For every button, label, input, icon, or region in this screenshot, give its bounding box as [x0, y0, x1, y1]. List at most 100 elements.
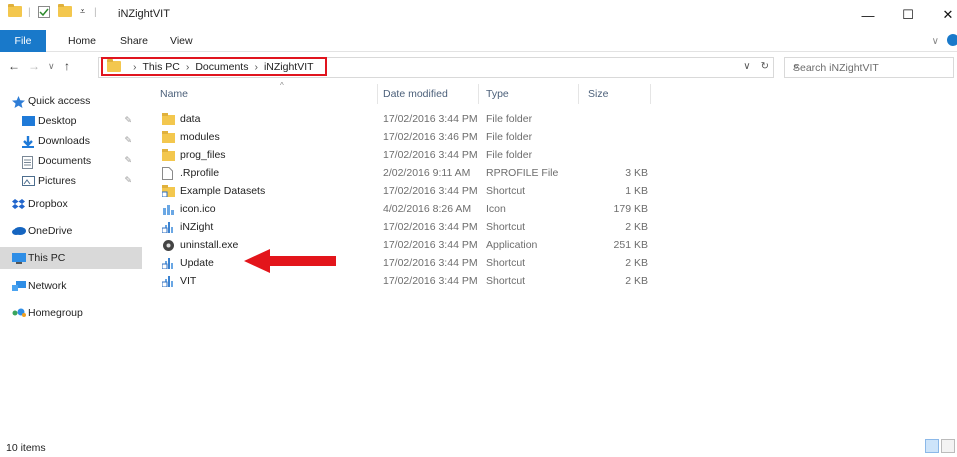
forward-arrow-icon[interactable]: → — [28, 59, 40, 73]
column-header-type[interactable]: Type — [486, 82, 576, 106]
app-shortcut-icon — [161, 221, 175, 234]
breadcrumb-this-pc[interactable]: This PC — [143, 61, 180, 73]
documents-icon — [22, 156, 34, 169]
file-type: Shortcut — [486, 257, 526, 269]
file-size: 1 KB — [625, 185, 648, 197]
network-icon — [12, 281, 26, 291]
sidebar-item-quick-access[interactable]: Quick access — [0, 90, 142, 112]
file-type: File folder — [486, 149, 533, 161]
sidebar-item-label: OneDrive — [28, 225, 73, 237]
file-name: VIT — [180, 275, 197, 287]
table-row[interactable]: icon.ico 4/02/2016 8:26 AM Icon 179 KB — [150, 201, 660, 219]
pin-icon[interactable]: ✎ — [124, 155, 132, 166]
desktop-icon — [22, 116, 35, 126]
file-date: 17/02/2016 3:44 PM — [383, 275, 478, 287]
file-name: Example Datasets — [180, 185, 266, 197]
recent-locations-icon[interactable]: ∨ — [48, 61, 55, 72]
file-type: Application — [486, 239, 538, 251]
folder-icon — [8, 4, 22, 17]
table-row[interactable]: prog_files 17/02/2016 3:44 PM File folder — [150, 147, 660, 165]
file-name: Update — [180, 257, 214, 269]
folder-icon — [162, 149, 175, 162]
sidebar-item-label: Homegroup — [28, 307, 83, 319]
table-row[interactable]: iNZight 17/02/2016 3:44 PM Shortcut 2 KB — [150, 219, 660, 237]
sidebar-item-dropbox[interactable]: Dropbox — [0, 193, 142, 215]
sidebar-item-network[interactable]: Network — [0, 275, 142, 297]
details-view-icon[interactable] — [925, 439, 939, 453]
file-type: File folder — [486, 113, 533, 125]
help-icon[interactable] — [945, 33, 957, 50]
file-size: 2 KB — [625, 275, 648, 287]
table-row[interactable]: uninstall.exe 17/02/2016 3:44 PM Applicati… — [150, 237, 660, 255]
address-bar[interactable]: › This PC › Documents › iNZightVIT ∨ ↻ — [98, 57, 774, 78]
address-row: ← → ∨ ↑ › This PC › Documents › iNZightV… — [0, 52, 957, 82]
column-header-size[interactable]: Size — [588, 82, 648, 106]
sidebar-item-label: Desktop — [38, 115, 77, 127]
refresh-icon[interactable]: ↻ — [761, 61, 769, 72]
table-row[interactable]: data 17/02/2016 3:44 PM File folder — [150, 111, 660, 129]
close-button[interactable]: ✕ — [925, 0, 957, 30]
file-date: 4/02/2016 8:26 AM — [383, 203, 472, 215]
sidebar-item-onedrive[interactable]: OneDrive — [0, 220, 142, 242]
sidebar-item-desktop[interactable]: Desktop ✎ — [0, 110, 142, 132]
sidebar-item-downloads[interactable]: Downloads ✎ — [0, 130, 142, 152]
sidebar-item-this-pc[interactable]: This PC — [0, 247, 142, 269]
sidebar-item-documents[interactable]: Documents ✎ — [0, 150, 142, 172]
table-row[interactable]: Example Datasets 17/02/2016 3:44 PM Shortc… — [150, 183, 660, 201]
back-arrow-icon[interactable]: ← — [8, 59, 20, 73]
column-divider[interactable] — [377, 84, 378, 104]
search-input[interactable]: Search iNZightVIT ⌕ — [784, 57, 954, 78]
exe-icon — [162, 239, 175, 252]
chevron-right-icon: › — [133, 60, 137, 73]
this-pc-icon — [12, 253, 26, 264]
tab-share[interactable]: Share — [110, 30, 158, 52]
divider: | — [94, 6, 97, 18]
file-type: RPROFILE File — [486, 167, 559, 179]
tab-file[interactable]: File — [0, 30, 46, 52]
table-row[interactable]: .Rprofile 2/02/2016 9:11 AM RPROFILE File 3… — [150, 165, 660, 183]
properties-icon[interactable] — [38, 6, 50, 18]
sidebar-item-homegroup[interactable]: Homegroup — [0, 302, 142, 324]
tab-home[interactable]: Home — [58, 30, 106, 52]
sidebar-item-label: Pictures — [38, 175, 76, 187]
tab-view[interactable]: View — [160, 30, 203, 52]
pin-icon[interactable]: ✎ — [124, 115, 132, 126]
file-name: data — [180, 113, 201, 125]
file-date: 2/02/2016 9:11 AM — [383, 167, 471, 179]
column-header-date[interactable]: Date modified — [383, 82, 478, 106]
sidebar-item-pictures[interactable]: Pictures ✎ — [0, 170, 142, 192]
column-header-name[interactable]: Name ^ — [160, 81, 380, 106]
star-icon — [12, 96, 25, 108]
up-arrow-icon[interactable]: ↑ — [64, 59, 70, 73]
pin-icon[interactable]: ✎ — [124, 175, 132, 186]
status-bar: 10 items — [0, 437, 957, 457]
file-list: Name ^ Date modified Type Size data 17/02… — [150, 81, 957, 437]
file-type: Shortcut — [486, 275, 526, 287]
pin-icon[interactable]: ✎ — [124, 135, 132, 146]
file-date: 17/02/2016 3:44 PM — [383, 257, 478, 269]
file-icon — [162, 167, 175, 180]
customize-toolbar-icon[interactable]: ⩡ — [80, 6, 85, 17]
column-divider[interactable] — [478, 84, 479, 104]
chevron-down-icon[interactable]: ∨ — [743, 61, 750, 72]
ico-file-icon — [162, 203, 175, 216]
file-name: uninstall.exe — [180, 239, 239, 251]
table-row[interactable]: modules 17/02/2016 3:46 PM File folder — [150, 129, 660, 147]
chevron-down-icon[interactable]: ∨ — [932, 36, 939, 47]
column-divider[interactable] — [578, 84, 579, 104]
table-row[interactable]: VIT 17/02/2016 3:44 PM Shortcut 2 KB — [150, 273, 660, 291]
large-icons-view-icon[interactable] — [941, 439, 955, 453]
folder-icon — [162, 113, 175, 126]
column-divider[interactable] — [650, 84, 651, 104]
file-name: modules — [180, 131, 220, 143]
table-row[interactable]: Update 17/02/2016 3:44 PM Shortcut 2 KB — [150, 255, 660, 273]
breadcrumb-inzightvit[interactable]: iNZightVIT — [264, 61, 314, 73]
title-bar: | ⩡ | iNZightVIT — ☐ ✕ — [0, 0, 957, 30]
folder-shortcut-icon — [161, 185, 175, 198]
breadcrumb-documents[interactable]: Documents — [195, 61, 248, 73]
search-icon: ⌕ — [793, 61, 800, 73]
new-folder-icon[interactable] — [58, 4, 72, 17]
file-size: 179 KB — [613, 203, 648, 215]
folder-icon — [107, 59, 121, 72]
ribbon-right-controls: ∨ — [932, 33, 957, 50]
